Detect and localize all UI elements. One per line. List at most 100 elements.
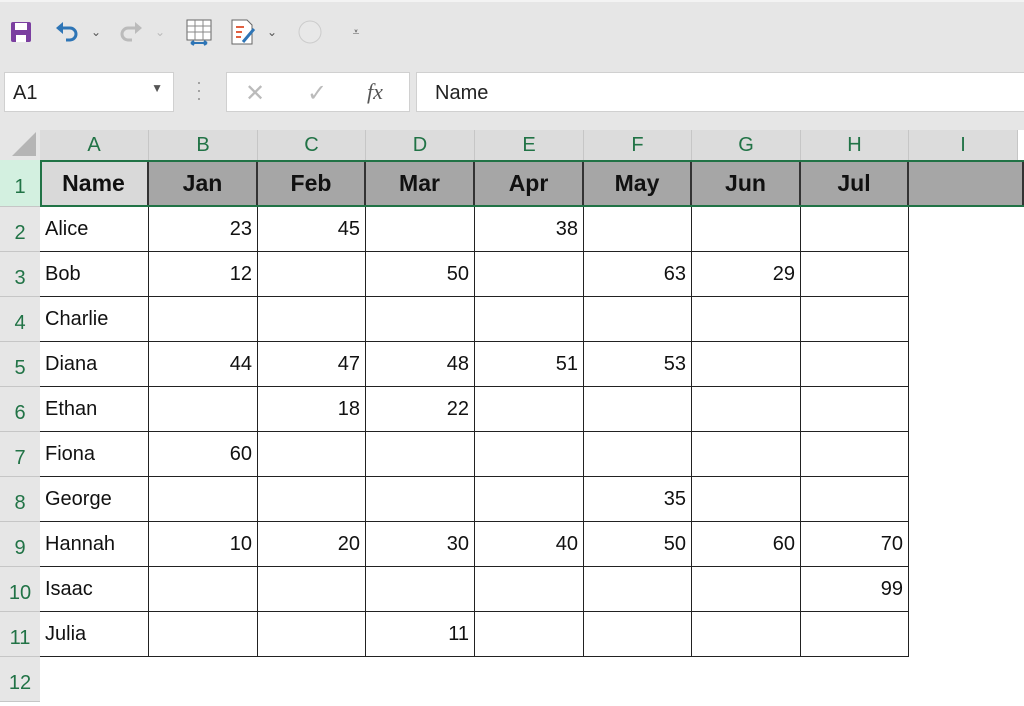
value-cell[interactable]: 22 <box>366 387 475 432</box>
value-cell[interactable] <box>258 477 366 522</box>
value-cell[interactable]: 99 <box>801 567 909 612</box>
undo-icon[interactable] <box>52 18 82 46</box>
value-cell[interactable] <box>366 477 475 522</box>
column-header-D[interactable]: D <box>366 130 475 160</box>
value-cell[interactable]: 12 <box>149 252 258 297</box>
row-header-9[interactable]: 9 <box>0 522 40 567</box>
header-cell[interactable]: Apr <box>475 160 584 207</box>
save-icon[interactable] <box>8 18 34 46</box>
value-cell[interactable] <box>258 612 366 657</box>
value-cell[interactable] <box>475 387 584 432</box>
value-cell[interactable] <box>475 432 584 477</box>
value-cell[interactable]: 44 <box>149 342 258 387</box>
value-cell[interactable] <box>692 297 801 342</box>
value-cell[interactable] <box>692 387 801 432</box>
column-header-C[interactable]: C <box>258 130 366 160</box>
row-header-5[interactable]: 5 <box>0 342 40 387</box>
value-cell[interactable]: 50 <box>366 252 475 297</box>
table-resize-icon[interactable] <box>184 18 214 46</box>
header-cell[interactable] <box>909 160 1024 207</box>
value-cell[interactable] <box>475 567 584 612</box>
value-cell[interactable] <box>366 297 475 342</box>
value-cell[interactable] <box>692 342 801 387</box>
header-cell[interactable]: May <box>584 160 692 207</box>
value-cell[interactable]: 23 <box>149 207 258 252</box>
value-cell[interactable] <box>149 612 258 657</box>
row-header-2[interactable]: 2 <box>0 207 40 252</box>
header-cell[interactable]: Mar <box>366 160 475 207</box>
customize-qat-icon[interactable]: ⩡ <box>346 18 366 46</box>
value-cell[interactable] <box>801 297 909 342</box>
value-cell[interactable]: 70 <box>801 522 909 567</box>
chevron-down-icon[interactable]: ▼ <box>151 81 163 95</box>
value-cell[interactable] <box>475 252 584 297</box>
column-header-F[interactable]: F <box>584 130 692 160</box>
name-cell[interactable]: Julia <box>40 612 149 657</box>
form-dropdown-icon[interactable]: ⌄ <box>262 18 282 46</box>
value-cell[interactable]: 60 <box>692 522 801 567</box>
header-cell[interactable]: Name <box>40 160 149 207</box>
value-cell[interactable] <box>149 297 258 342</box>
value-cell[interactable] <box>692 207 801 252</box>
name-cell[interactable]: George <box>40 477 149 522</box>
row-header-6[interactable]: 6 <box>0 387 40 432</box>
value-cell[interactable] <box>801 342 909 387</box>
column-header-A[interactable]: A <box>40 130 149 160</box>
value-cell[interactable] <box>801 477 909 522</box>
value-cell[interactable]: 38 <box>475 207 584 252</box>
value-cell[interactable] <box>366 432 475 477</box>
row-header-12[interactable]: 12 <box>0 657 40 702</box>
value-cell[interactable] <box>801 207 909 252</box>
value-cell[interactable] <box>258 567 366 612</box>
column-header-I[interactable]: I <box>909 130 1018 160</box>
value-cell[interactable] <box>584 612 692 657</box>
form-edit-icon[interactable] <box>228 18 258 46</box>
value-cell[interactable] <box>584 567 692 612</box>
value-cell[interactable] <box>801 387 909 432</box>
header-cell[interactable]: Jul <box>801 160 909 207</box>
value-cell[interactable]: 30 <box>366 522 475 567</box>
circle-icon[interactable] <box>296 18 324 46</box>
select-all-button[interactable] <box>0 130 40 160</box>
formula-input[interactable]: Name <box>416 72 1024 112</box>
redo-dropdown-icon[interactable]: ⌄ <box>150 18 170 46</box>
name-cell[interactable]: Fiona <box>40 432 149 477</box>
value-cell[interactable] <box>149 567 258 612</box>
name-cell[interactable]: Alice <box>40 207 149 252</box>
value-cell[interactable]: 40 <box>475 522 584 567</box>
value-cell[interactable]: 35 <box>584 477 692 522</box>
value-cell[interactable]: 60 <box>149 432 258 477</box>
name-cell[interactable]: Charlie <box>40 297 149 342</box>
value-cell[interactable] <box>801 252 909 297</box>
value-cell[interactable] <box>258 432 366 477</box>
cancel-icon[interactable]: ✕ <box>245 79 265 108</box>
enter-icon[interactable]: ✓ <box>307 79 327 108</box>
insert-function-icon[interactable]: fx <box>367 79 383 105</box>
value-cell[interactable] <box>801 612 909 657</box>
value-cell[interactable] <box>801 432 909 477</box>
header-cell[interactable]: Jun <box>692 160 801 207</box>
value-cell[interactable]: 51 <box>475 342 584 387</box>
name-cell[interactable]: Bob <box>40 252 149 297</box>
value-cell[interactable] <box>149 477 258 522</box>
value-cell[interactable] <box>366 207 475 252</box>
column-header-B[interactable]: B <box>149 130 258 160</box>
name-box[interactable]: A1▼ <box>4 72 174 112</box>
column-header-H[interactable]: H <box>801 130 909 160</box>
value-cell[interactable] <box>584 297 692 342</box>
value-cell[interactable]: 11 <box>366 612 475 657</box>
row-header-7[interactable]: 7 <box>0 432 40 477</box>
value-cell[interactable] <box>475 477 584 522</box>
value-cell[interactable]: 18 <box>258 387 366 432</box>
column-header-G[interactable]: G <box>692 130 801 160</box>
name-cell[interactable]: Hannah <box>40 522 149 567</box>
value-cell[interactable] <box>366 567 475 612</box>
value-cell[interactable] <box>584 432 692 477</box>
value-cell[interactable]: 48 <box>366 342 475 387</box>
name-cell[interactable]: Isaac <box>40 567 149 612</box>
redo-icon[interactable] <box>116 18 146 46</box>
value-cell[interactable] <box>258 252 366 297</box>
name-cell[interactable]: Ethan <box>40 387 149 432</box>
value-cell[interactable]: 29 <box>692 252 801 297</box>
value-cell[interactable]: 45 <box>258 207 366 252</box>
